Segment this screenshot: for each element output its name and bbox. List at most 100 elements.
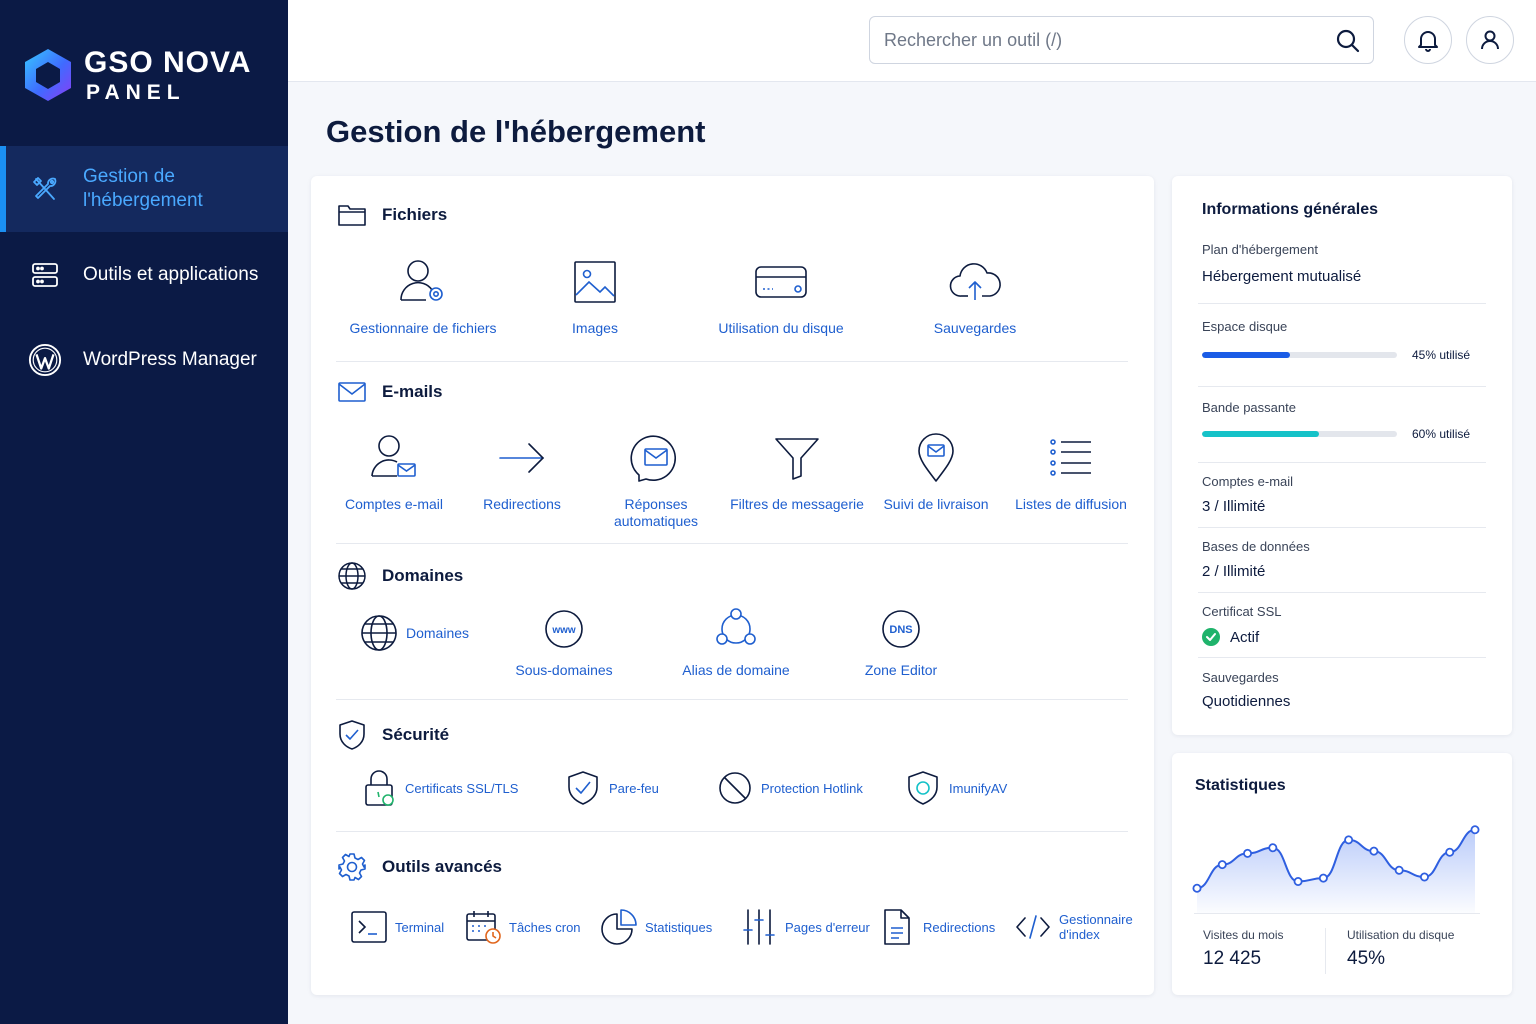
section-emails-title: E-mails xyxy=(336,376,442,408)
tool-ssl-tls[interactable]: Certificats SSL/TLS xyxy=(359,768,518,808)
chart-point-11 xyxy=(1470,825,1480,835)
gear-icon xyxy=(336,851,368,883)
block-icon xyxy=(715,768,755,808)
section-files-title: Fichiers xyxy=(336,199,447,231)
hard-drive-icon xyxy=(751,254,811,310)
tool-domain-aliases[interactable]: Alias de domaine xyxy=(673,606,799,679)
tool-email-accounts[interactable]: Comptes e-mail xyxy=(339,430,449,513)
search-input[interactable] xyxy=(884,29,1314,51)
tool-email-forwarders[interactable]: Redirections xyxy=(477,430,567,513)
disk-space-label: Espace disque xyxy=(1202,319,1288,334)
brand-logo[interactable]: GSO NOVA PANEL xyxy=(22,46,251,104)
databases-label: Bases de données xyxy=(1202,539,1310,554)
www-icon: www xyxy=(534,606,594,652)
user-mail-icon xyxy=(364,430,424,486)
tool-file-manager[interactable]: Gestionnaire de fichiers xyxy=(341,254,505,337)
sliders-icon xyxy=(739,907,779,947)
search-icon[interactable] xyxy=(1335,28,1361,54)
hexagon-logo-icon xyxy=(25,49,71,101)
chart-point-4 xyxy=(1293,877,1303,887)
shield-check-icon xyxy=(563,768,603,808)
section-divider xyxy=(336,543,1128,544)
bandwidth-bar xyxy=(1202,431,1397,437)
user-gear-icon xyxy=(393,254,453,310)
chart-point-10 xyxy=(1445,847,1455,857)
bandwidth-text: 60% utilisé xyxy=(1412,427,1471,441)
stats-vertical-divider xyxy=(1325,928,1326,974)
tool-terminal[interactable]: Terminal xyxy=(349,907,444,947)
info-divider xyxy=(1198,462,1486,463)
tool-statistics[interactable]: Statistiques xyxy=(599,907,712,947)
tool-firewall[interactable]: Pare-feu xyxy=(563,768,659,808)
info-divider xyxy=(1198,386,1486,387)
tools-icon xyxy=(28,172,62,206)
ssl-status: Actif xyxy=(1202,628,1259,646)
email-accounts-value: 3 / Illimité xyxy=(1202,498,1266,515)
tool-backups[interactable]: Sauvegardes xyxy=(921,254,1029,337)
tool-disk-usage[interactable]: Utilisation du disque xyxy=(706,254,856,337)
chart-point-2 xyxy=(1243,848,1253,858)
tool-hotlink-protection[interactable]: Protection Hotlink xyxy=(715,768,863,808)
tool-zone-editor[interactable]: DNS Zone Editor xyxy=(851,606,951,679)
stats-divider xyxy=(1194,913,1480,914)
ssl-label: Certificat SSL xyxy=(1202,604,1282,619)
plan-value: Hébergement mutualisé xyxy=(1202,268,1362,285)
shield-check-icon xyxy=(336,719,368,751)
padlock-icon xyxy=(359,768,399,808)
user-icon xyxy=(1481,30,1499,50)
tool-domains[interactable]: Domaines xyxy=(358,612,469,654)
bandwidth-bar-fill xyxy=(1202,431,1319,437)
tool-error-pages[interactable]: Pages d'erreur xyxy=(739,907,870,947)
document-icon xyxy=(877,907,917,947)
tool-cron-jobs[interactable]: Tâches cron xyxy=(463,907,581,947)
tool-index-manager[interactable]: Gestionnaire d'index xyxy=(1013,907,1139,947)
tool-mail-filters[interactable]: Filtres de messagerie xyxy=(727,430,867,513)
shield-circle-icon xyxy=(903,768,943,808)
top-header xyxy=(288,0,1536,82)
terminal-icon xyxy=(349,907,389,947)
section-advanced-title: Outils avancés xyxy=(336,851,502,883)
sidebar-item-wordpress[interactable]: WordPress Manager xyxy=(0,317,288,403)
disk-space-text: 45% utilisé xyxy=(1412,348,1471,362)
backups-value: Quotidiennes xyxy=(1202,693,1291,710)
tool-mailing-lists[interactable]: Listes de diffusion xyxy=(1011,430,1131,513)
mail-reply-icon xyxy=(626,430,686,486)
section-divider xyxy=(336,361,1128,362)
search-box xyxy=(869,16,1374,64)
sidebar-item-tools-apps[interactable]: Outils et applications xyxy=(0,232,288,318)
notifications-button[interactable] xyxy=(1404,16,1452,64)
user-account-button[interactable] xyxy=(1466,16,1514,64)
disk-usage-value: 45% xyxy=(1347,948,1386,969)
globe-icon xyxy=(336,560,368,592)
section-domains-title: Domaines xyxy=(336,560,463,592)
info-card-title: Informations générales xyxy=(1202,201,1379,218)
sidebar-item-label: Outils et applications xyxy=(83,264,259,285)
envelope-icon xyxy=(336,376,368,408)
bandwidth-label: Bande passante xyxy=(1202,400,1296,415)
svg-text:DNS: DNS xyxy=(889,624,912,636)
tool-images[interactable]: Images xyxy=(551,254,639,337)
chart-point-0 xyxy=(1192,883,1202,893)
sidebar-item-hosting[interactable]: Gestion de l'hébergement xyxy=(0,146,288,232)
tool-subdomains[interactable]: www Sous-domaines xyxy=(509,606,619,679)
chart-point-5 xyxy=(1318,873,1328,883)
visits-label: Visites du mois xyxy=(1203,928,1284,942)
tool-redirects[interactable]: Redirections xyxy=(877,907,995,947)
funnel-icon xyxy=(767,430,827,486)
plan-label: Plan d'hébergement xyxy=(1202,242,1318,257)
tool-autoresponders[interactable]: Réponses automatiques xyxy=(603,430,709,530)
ssl-status-value: Actif xyxy=(1230,628,1260,646)
tool-imunifyav[interactable]: ImunifyAV xyxy=(903,768,1007,808)
tool-delivery-tracking[interactable]: Suivi de livraison xyxy=(881,430,991,513)
hosting-tools-card: Fichiers Gestionnaire de fichiers Images… xyxy=(311,176,1154,995)
wordpress-icon xyxy=(28,343,62,377)
disk-space-bar-fill xyxy=(1202,352,1290,358)
stats-card-title: Statistiques xyxy=(1195,777,1286,794)
folder-icon xyxy=(336,199,368,231)
chart-point-1 xyxy=(1217,860,1227,870)
chart-point-7 xyxy=(1369,846,1379,856)
check-circle-icon xyxy=(1202,628,1220,646)
section-divider xyxy=(336,831,1128,832)
pie-chart-icon xyxy=(599,907,639,947)
page-title: Gestion de l'hébergement xyxy=(326,114,706,149)
